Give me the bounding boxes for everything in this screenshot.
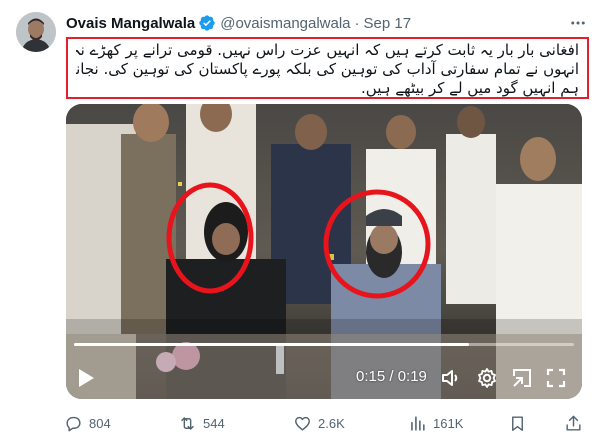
video-timecode: 0:15 / 0:19 [356,368,427,385]
reply-button[interactable]: 804 [64,410,111,436]
views-count: 161K [433,415,464,431]
tweet-text-line: انہوں نے تمام سفارتی آداب کی توہین کی بل… [76,60,579,78]
heart-icon [295,416,310,431]
separator-dot: · [354,14,360,32]
analytics-bars-icon [411,415,425,431]
video-progress-bar[interactable] [74,343,574,346]
views-button[interactable]: 161K [408,410,463,436]
avatar[interactable] [16,12,56,52]
share-button[interactable] [564,410,589,436]
video-progress-fill [74,343,469,346]
more-options-icon[interactable] [567,12,589,34]
play-icon[interactable] [76,367,96,389]
like-count: 2.6K [318,415,345,431]
display-name[interactable]: Ovais Mangalwala [66,15,195,32]
like-button[interactable]: 2.6K [293,410,345,436]
handle[interactable]: @ovaismangalwala [220,15,350,32]
avatar-image [16,12,56,52]
picture-in-picture-icon[interactable] [510,366,534,390]
repost-icon [181,416,194,430]
video-controls: 0:15 / 0:19 [66,362,582,392]
bookmark-button[interactable] [508,410,533,436]
volume-icon[interactable] [439,366,463,390]
verified-badge-icon [199,15,215,31]
video-player[interactable]: 0:15 / 0:19 [66,104,582,399]
tweet-text-line: افغانی بار بار یہ ثابت کرتے ہیں کہ انہیں… [76,41,579,59]
reply-icon [66,416,81,431]
share-icon [566,415,581,431]
tweet-action-bar: 804 544 2.6K 161K [64,410,588,436]
video-frame [66,104,582,399]
settings-gear-icon[interactable] [475,366,499,390]
fullscreen-icon[interactable] [544,366,568,390]
tweet-text: افغانی بار بار یہ ثابت کرتے ہیں کہ انہیں… [66,37,589,99]
repost-button[interactable]: 544 [178,410,225,436]
bookmark-icon [512,415,523,431]
repost-count: 544 [203,415,225,431]
tweet-text-line: ہم انہیں گود میں لے کر بیٹھے ہیں. [361,79,579,97]
reply-count: 804 [89,415,111,431]
tweet-header: Ovais Mangalwala @ovaismangalwala · Sep … [66,12,589,34]
tweet-date[interactable]: Sep 17 [364,15,412,32]
